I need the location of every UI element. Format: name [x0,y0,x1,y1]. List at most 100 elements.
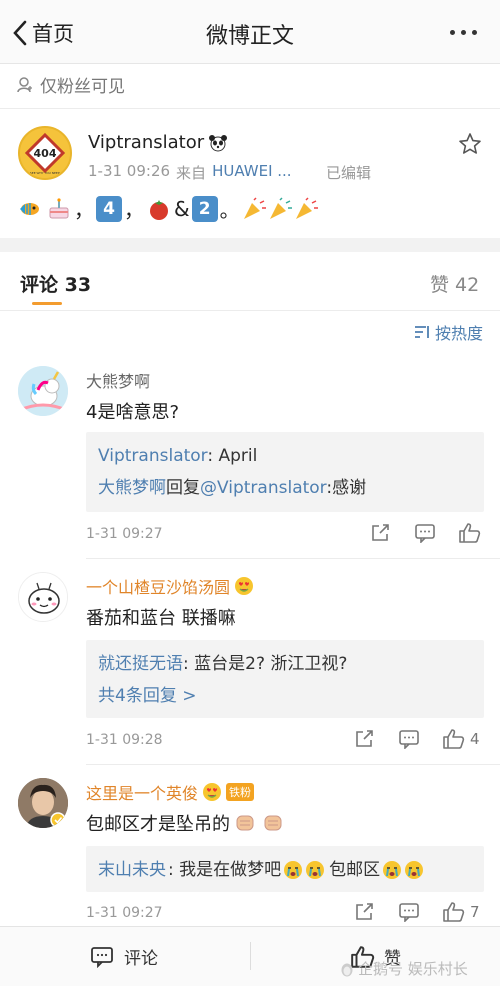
reply-text: : 我是在做梦吧 [168,860,282,880]
author-name[interactable]: Viptranslator [88,132,228,153]
comment-icon[interactable] [414,523,436,543]
heart-eyes-emoji-icon [234,576,254,596]
reply-tail: 包邮区 [329,860,381,880]
reply-preview[interactable]: 就还挺无语: 蓝台是2? 浙江卫视? 共4条回复 > [86,640,484,718]
mention[interactable]: @Viptranslator [200,478,326,498]
panda-emoji-icon [208,134,228,152]
fist-emoji-icon [234,812,286,834]
reply-user[interactable]: 大熊梦啊 [98,478,166,498]
author-name-text: Viptranslator [88,132,205,153]
comment-icon[interactable] [398,729,420,749]
comment-actions: 4 [354,728,480,750]
commenter-name-text: 一个山楂豆沙馅汤圆 [86,578,231,597]
comment-time: 1-31 09:28 [86,732,163,748]
bottom-comment-button[interactable]: 评论 [90,944,158,969]
comment-actions [370,522,482,544]
penguin-logo-icon [340,961,354,977]
visibility-text: 仅粉丝可见 [40,77,125,97]
like-icon [442,901,466,923]
reply-line: Viptranslator: April [98,440,472,472]
avatar-text: 404 [34,147,57,160]
reply-user[interactable]: Viptranslator [98,446,207,466]
comment-text: 番茄和蓝台 联播嘛 [86,608,236,629]
crying-emoji-icon [382,860,426,880]
source-prefix: 来自 [176,164,207,182]
reply-text: : April [207,446,258,466]
sort-label: 按热度 [435,324,484,343]
reply-preview[interactable]: Viptranslator: April 大熊梦啊回复@Viptranslato… [86,432,484,512]
comma: ， [74,198,94,222]
commenter-avatar[interactable] [18,778,68,828]
keycap-4-icon: 4 [96,195,122,222]
page-title: 微博正文 [205,24,294,49]
comment-actions: 7 [354,901,480,923]
reply-line: 就还挺无语: 蓝台是2? 浙江卫视? [98,648,472,680]
post-meta: 1-31 09:26 来自 HUAWEI ... [88,162,292,183]
person-icon [16,76,34,94]
cake-emoji-icon [46,197,72,221]
commenter-name[interactable]: 一个山楂豆沙馅汤圆 [86,574,254,598]
tomato-emoji-icon [146,197,172,221]
like-count: 4 [470,730,480,748]
post-body: ， 4 ， & 2 。 [18,194,320,223]
visibility-notice: 仅粉丝可见 [16,72,125,97]
reply-word: 回复 [166,478,200,498]
bottom-comment-label: 评论 [124,949,158,969]
like-icon [442,728,466,750]
reply-user[interactable]: 就还挺无语 [98,654,183,674]
keycap-2-icon: 2 [191,195,218,222]
comment-text: 包邮区才是坠吊的 [86,810,286,836]
reply-text: : 蓝台是2? 浙江卫视? [183,654,348,674]
reply-preview[interactable]: 末山未央 : 我是在做梦吧 包邮区 [86,846,484,892]
watermark: 企鹅号 娱乐村长 [340,958,468,979]
fish-emoji-icon [18,197,44,221]
comment-time: 1-31 09:27 [86,905,163,921]
share-icon[interactable] [354,729,376,749]
like-count: 7 [470,903,480,921]
commenter-avatar[interactable] [18,366,68,416]
like-button[interactable]: 4 [442,728,480,750]
post-source[interactable]: HUAWEI ... [212,162,292,183]
share-icon[interactable] [370,523,392,543]
more-options-icon[interactable] [450,30,477,35]
divider [0,310,500,311]
more-replies-link[interactable]: 共4条回复 > [98,680,472,712]
ampersand: & [174,196,190,221]
section-gap [0,238,500,252]
divider [0,108,500,109]
reply-text: :感谢 [326,478,367,498]
commenter-avatar[interactable] [18,572,68,622]
author-avatar[interactable]: 404 SEE WHY YOU NEED [18,126,72,180]
comma: ， [124,198,144,222]
comment-icon [90,946,114,968]
sort-icon [414,325,430,339]
commenter-name[interactable]: 这里是一个英俊 铁粉 [86,780,255,804]
active-tab-indicator [32,302,62,305]
like-icon[interactable] [458,522,482,544]
comment-time: 1-31 09:27 [86,526,163,542]
divider [86,764,500,765]
divider [86,558,500,559]
tab-likes[interactable]: 赞 42 [430,270,479,297]
reply-user[interactable]: 末山未央 [98,854,166,886]
party-popper-icon [242,196,320,221]
watermark-text: 企鹅号 娱乐村长 [358,960,468,978]
fan-badge: 铁粉 [226,783,255,801]
comment-text: 4是啥意思? [86,402,180,423]
commenter-name[interactable]: 大熊梦啊 [86,368,150,392]
share-icon[interactable] [354,902,376,922]
tab-comments[interactable]: 评论 33 [20,270,91,297]
edited-label[interactable]: 已编辑 [326,162,371,183]
avatar-subtext: SEE WHY YOU NEED [30,171,61,175]
comment-icon[interactable] [398,902,420,922]
commenter-name-text: 这里是一个英俊 [86,784,199,803]
like-button[interactable]: 7 [442,901,480,923]
reply-line: 末山未央 : 我是在做梦吧 包邮区 [98,854,472,886]
sort-by-hot-button[interactable]: 按热度 [414,320,483,344]
comment-text-content: 包邮区才是坠吊的 [86,814,230,835]
star-icon[interactable] [458,132,482,156]
crying-emoji-icon [283,860,327,880]
heart-eyes-emoji-icon [202,782,222,802]
period: 。 [219,198,240,222]
divider [250,942,251,970]
